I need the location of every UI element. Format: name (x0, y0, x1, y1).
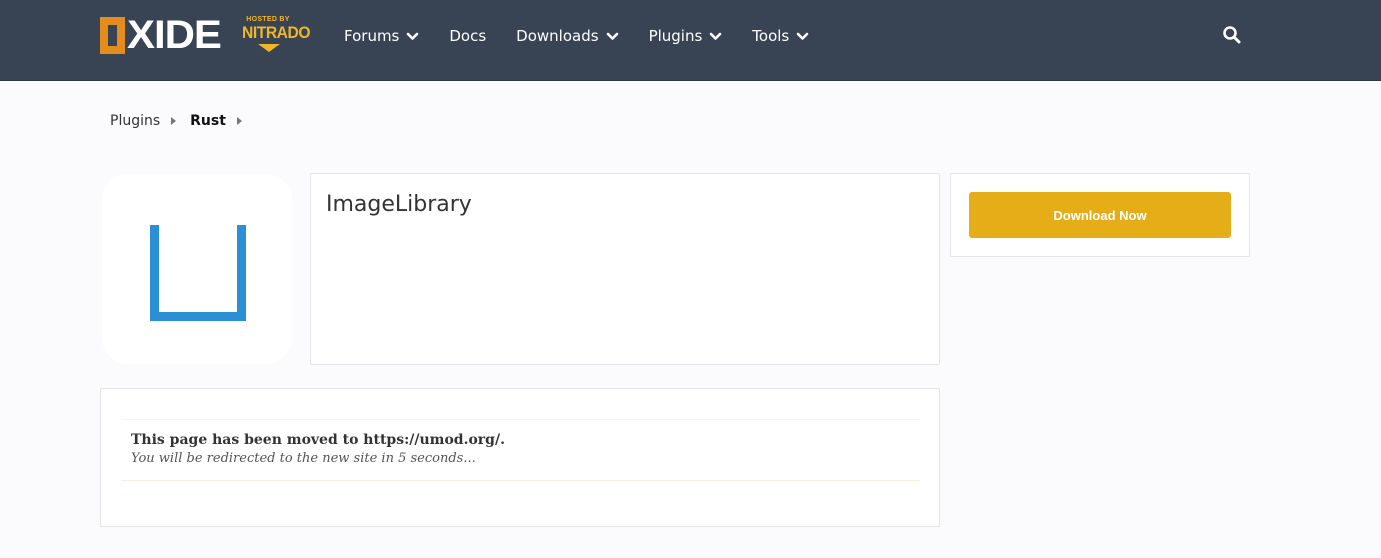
logo-o-mark (100, 17, 125, 54)
nitrado-label: NITRADO (242, 23, 311, 42)
chevron-down-icon (709, 32, 722, 40)
chevron-down-icon (407, 32, 419, 40)
site-header: XIDE HOSTED BY NITRADO Forums Docs Downl… (0, 0, 1381, 81)
nav-tools-label: Tools (752, 27, 790, 45)
breadcrumb-separator-icon (171, 117, 177, 125)
plugin-title-panel: ImageLibrary (310, 173, 940, 365)
download-now-button[interactable]: Download Now (969, 192, 1231, 238)
nav-forums-label: Forums (344, 27, 400, 45)
hosted-by-label: HOSTED BY (246, 16, 290, 23)
nav-downloads-label: Downloads (516, 27, 599, 45)
nav-tools[interactable]: Tools (752, 27, 809, 45)
chevron-down-icon (606, 32, 618, 40)
content-panel: This page has been moved to https://umod… (100, 388, 940, 527)
nav-forums[interactable]: Forums (344, 27, 419, 45)
nav-docs-label: Docs (449, 27, 487, 45)
breadcrumb-separator-icon (236, 117, 242, 125)
redirect-notice: This page has been moved to https://umod… (121, 419, 920, 481)
nitrado-triangle-icon (258, 44, 280, 52)
breadcrumb-rust[interactable]: Rust (190, 113, 226, 129)
search-icon[interactable] (1222, 25, 1242, 45)
download-panel: Download Now (950, 173, 1250, 257)
nav-docs[interactable]: Docs (449, 27, 486, 45)
plugin-icon (102, 174, 292, 364)
oxide-logo[interactable]: XIDE (100, 13, 222, 57)
breadcrumb: Plugins Rust (110, 110, 256, 132)
page-title: ImageLibrary (326, 192, 472, 217)
breadcrumb-plugins[interactable]: Plugins (110, 113, 160, 129)
nav-plugins[interactable]: Plugins (649, 27, 723, 45)
main-nav: Forums Docs Downloads Plugins Tools (344, 24, 839, 48)
nav-downloads[interactable]: Downloads (516, 27, 618, 45)
notice-redirect-text: You will be redirected to the new site i… (131, 451, 476, 466)
hosted-by-nitrado-logo[interactable]: HOSTED BY NITRADO (242, 16, 311, 62)
nav-plugins-label: Plugins (648, 27, 703, 45)
notice-message: This page has been moved to https://umod… (131, 432, 505, 448)
logo-text: XIDE (127, 13, 222, 57)
chevron-down-icon (796, 32, 809, 40)
bracket-logo-icon (150, 225, 246, 321)
